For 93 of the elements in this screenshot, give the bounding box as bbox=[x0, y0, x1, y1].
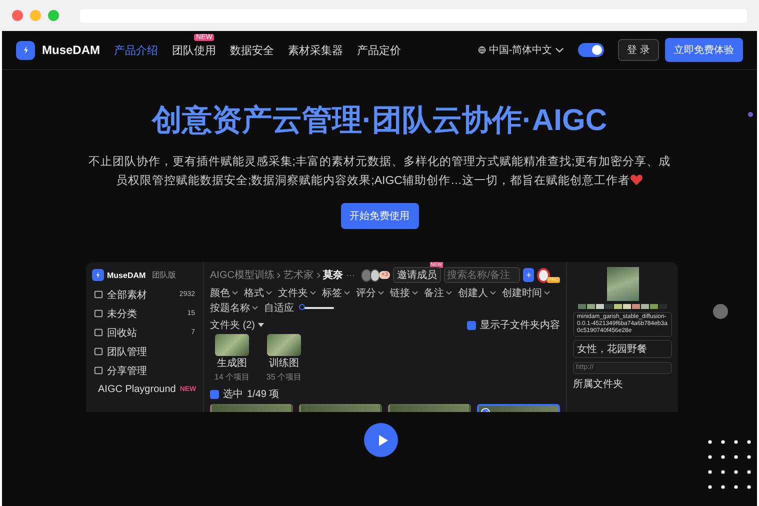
avatar-icon bbox=[360, 268, 372, 282]
decorative-dot-icon bbox=[748, 112, 753, 117]
chevron-right-icon bbox=[316, 272, 320, 278]
logo-text[interactable]: MuseDAM bbox=[42, 43, 100, 57]
hero-title: 创意资产云管理·团队云协作·AIGC bbox=[152, 103, 607, 139]
caret-icon bbox=[232, 291, 238, 295]
color-swatch[interactable] bbox=[578, 304, 586, 309]
maximize-dot-icon[interactable] bbox=[48, 10, 59, 21]
edition-label: 团队版 bbox=[152, 270, 176, 281]
folders-heading[interactable]: 文件夹 (2) bbox=[210, 318, 264, 332]
folder-icon bbox=[94, 328, 103, 337]
caret-icon bbox=[310, 291, 316, 295]
filter-dropdown[interactable]: 颜色 bbox=[210, 286, 238, 300]
checkbox-label: 显示子文件夹内容 bbox=[480, 318, 560, 332]
logo-icon[interactable] bbox=[16, 40, 35, 60]
color-swatch[interactable] bbox=[605, 304, 613, 309]
avatar-icon[interactable] bbox=[537, 268, 550, 282]
filter-dropdown[interactable]: 创建人 bbox=[458, 286, 496, 300]
sidebar-item[interactable]: 分享管理 bbox=[92, 361, 197, 380]
language-selector[interactable]: 中国-简体中文 bbox=[478, 43, 564, 57]
folder-icon bbox=[94, 347, 103, 356]
nav-link[interactable]: 团队使用 bbox=[172, 42, 216, 58]
description-field[interactable]: 女性，花园野餐 bbox=[573, 340, 672, 358]
checkbox[interactable] bbox=[210, 390, 219, 398]
caret-icon bbox=[412, 291, 418, 295]
filter-dropdown[interactable]: 格式 bbox=[244, 286, 272, 300]
filter-dropdown[interactable]: 文件夹 bbox=[278, 286, 316, 300]
color-swatch[interactable] bbox=[587, 304, 595, 309]
caret-icon bbox=[446, 291, 452, 295]
logo-icon bbox=[92, 269, 104, 281]
filter-dropdown[interactable]: 链接 bbox=[390, 286, 418, 300]
section-heading: 所属文件夹 bbox=[573, 378, 623, 390]
color-swatch[interactable] bbox=[623, 304, 631, 309]
caret-icon bbox=[544, 291, 550, 295]
photo-placeholder bbox=[606, 267, 638, 301]
selection-count: 1/49 项 bbox=[247, 388, 280, 401]
filter-dropdown[interactable]: 创建时间 bbox=[502, 286, 550, 300]
filter-dropdown[interactable]: 评分 bbox=[356, 286, 384, 300]
add-button[interactable]: + bbox=[523, 268, 534, 282]
caret-icon bbox=[378, 291, 384, 295]
caret-icon bbox=[266, 291, 272, 295]
checkbox[interactable] bbox=[467, 320, 476, 330]
caret-icon bbox=[490, 291, 496, 295]
theme-toggle[interactable] bbox=[578, 43, 604, 57]
color-swatch[interactable] bbox=[614, 304, 622, 309]
nav-link[interactable]: 素材采集器 bbox=[288, 42, 344, 58]
filter-dropdown[interactable]: 按题名称 bbox=[210, 301, 258, 315]
sidebar-item[interactable]: 团队管理 bbox=[92, 342, 197, 361]
nav-link[interactable]: 数据安全 bbox=[230, 42, 274, 58]
close-dot-icon[interactable] bbox=[12, 10, 23, 21]
hero-subtitle: 不止团队协作，更有插件赋能灵感采集;丰富的素材元数据、多样化的管理方式赋能精准查找;更有加密分享、成员权限管控赋能数据安全;数据洞察赋能内容效果;AIGC辅助创作…这一切，都旨在赋能创意工作者 bbox=[87, 154, 672, 189]
breadcrumb-link[interactable]: AIGC模型训练 bbox=[210, 268, 274, 282]
color-swatch[interactable] bbox=[596, 304, 604, 309]
heart-icon bbox=[630, 174, 643, 186]
chevron-right-icon bbox=[277, 272, 281, 278]
color-swatch[interactable] bbox=[641, 304, 649, 309]
photo-placeholder[interactable] bbox=[214, 334, 249, 356]
folder-icon bbox=[94, 290, 103, 299]
free-trial-button[interactable]: 立即免费体验 bbox=[665, 38, 743, 62]
folder-icon bbox=[94, 366, 103, 375]
filter-dropdown[interactable]: 标签 bbox=[322, 286, 350, 300]
more-button[interactable]: ··· bbox=[346, 270, 355, 280]
folder-name: 生成图 bbox=[216, 356, 247, 370]
caret-icon bbox=[555, 47, 564, 53]
color-swatch[interactable] bbox=[632, 304, 640, 309]
caret-icon bbox=[258, 323, 264, 327]
avatar-icon bbox=[370, 268, 380, 282]
selection-label: 选中 bbox=[223, 388, 243, 401]
globe-icon bbox=[478, 46, 486, 54]
search-field[interactable]: 搜索名称/备注 bbox=[444, 267, 520, 283]
login-button[interactable]: 登 录 bbox=[618, 39, 659, 61]
fit-toggle[interactable]: 自适应 bbox=[264, 301, 294, 315]
photo-placeholder[interactable] bbox=[266, 334, 301, 356]
folder-name: 训练图 bbox=[268, 356, 299, 370]
folder-icon bbox=[94, 309, 103, 318]
breadcrumb-link[interactable]: 艺术家 bbox=[284, 268, 314, 282]
minimize-dot-icon[interactable] bbox=[30, 10, 41, 21]
play-button[interactable] bbox=[364, 423, 398, 457]
caret-icon bbox=[344, 291, 350, 295]
caret-icon bbox=[252, 306, 258, 310]
decorative-circle-icon bbox=[713, 304, 728, 319]
start-free-button[interactable]: 开始免费使用 bbox=[340, 203, 418, 229]
invite-button[interactable]: 邀请成员 bbox=[393, 267, 442, 283]
breadcrumb-link[interactable]: 莫奈 bbox=[322, 268, 343, 282]
filter-dropdown[interactable]: 备注 bbox=[424, 286, 452, 300]
logo-text: MuseDAM bbox=[107, 270, 146, 280]
item-count: 35 个项目 bbox=[266, 372, 302, 383]
item-count: 14 个项目 bbox=[214, 372, 250, 383]
play-icon bbox=[378, 434, 388, 446]
color-swatch[interactable] bbox=[650, 304, 658, 309]
color-swatch[interactable] bbox=[659, 304, 667, 309]
nav-link[interactable]: 产品介绍 bbox=[114, 42, 158, 58]
nav-link[interactable]: 产品定价 bbox=[357, 42, 402, 58]
